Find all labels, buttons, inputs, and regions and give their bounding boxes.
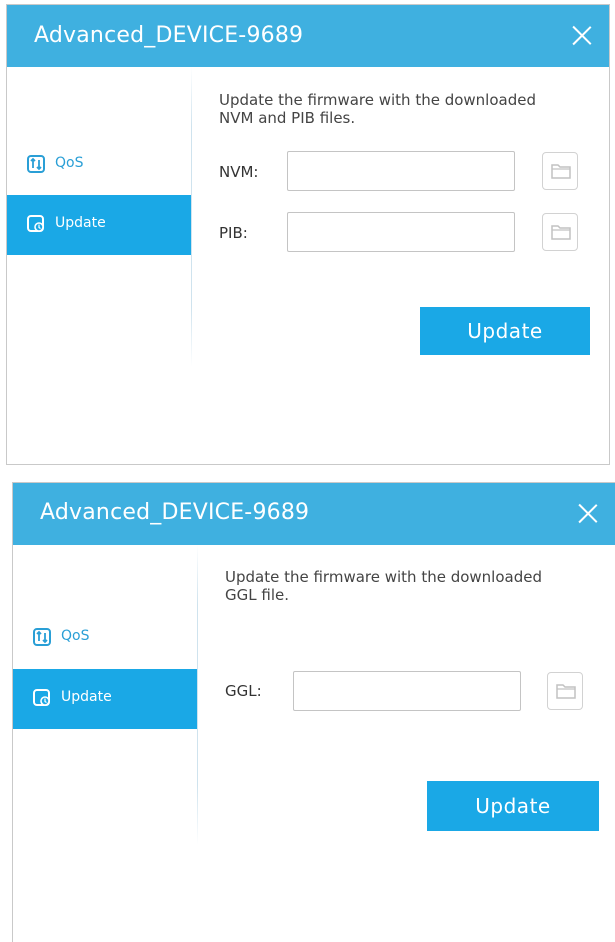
update-icon [27, 215, 44, 232]
pib-file-field[interactable] [287, 212, 515, 252]
qos-icon [27, 155, 45, 173]
update-icon [33, 689, 50, 706]
sidebar-item-label: QoS [55, 155, 84, 171]
dialog-title: Advanced_DEVICE-9689 [40, 500, 310, 525]
ggl-label: GGL: [225, 682, 262, 700]
nvm-label: NVM: [219, 163, 259, 181]
sidebar: QoS Update [13, 545, 198, 942]
nvm-file-field[interactable] [287, 151, 515, 191]
sidebar-item-qos[interactable]: QoS [7, 135, 192, 195]
title-bar: Advanced_DEVICE-9689 [13, 483, 615, 545]
sidebar-item-qos[interactable]: QoS [13, 608, 198, 668]
panel-description: Update the firmware with the downloaded … [219, 91, 536, 127]
folder-icon [551, 164, 571, 179]
folder-icon [551, 225, 571, 240]
ggl-file-field[interactable] [293, 671, 521, 711]
update-button[interactable]: Update [420, 307, 590, 355]
sidebar-divider [197, 545, 198, 845]
update-panel: Update the firmware with the downloaded … [193, 67, 609, 464]
update-dialog-ggl: Advanced_DEVICE-9689 QoS Update Update t… [12, 482, 615, 942]
sidebar-item-update[interactable]: Update [13, 669, 198, 729]
qos-icon [33, 628, 51, 646]
sidebar-item-update[interactable]: Update [7, 195, 192, 255]
nvm-browse-button[interactable] [542, 152, 578, 190]
title-bar: Advanced_DEVICE-9689 [7, 5, 609, 67]
update-dialog-nvm-pib: Advanced_DEVICE-9689 QoS Update Update t… [6, 4, 610, 465]
dialog-title: Advanced_DEVICE-9689 [34, 23, 304, 48]
update-button[interactable]: Update [427, 781, 599, 831]
pib-label: PIB: [219, 224, 248, 242]
update-panel: Update the firmware with the downloaded … [199, 545, 615, 942]
pib-browse-button[interactable] [542, 213, 578, 251]
sidebar-item-label: Update [61, 689, 112, 705]
folder-icon [556, 684, 576, 699]
sidebar: QoS Update [7, 67, 192, 464]
close-icon[interactable] [577, 502, 599, 524]
sidebar-item-label: Update [55, 215, 106, 231]
sidebar-divider [191, 67, 192, 367]
ggl-browse-button[interactable] [547, 672, 583, 710]
sidebar-item-label: QoS [61, 628, 90, 644]
close-icon[interactable] [571, 24, 593, 46]
panel-description: Update the firmware with the downloaded … [225, 568, 542, 604]
